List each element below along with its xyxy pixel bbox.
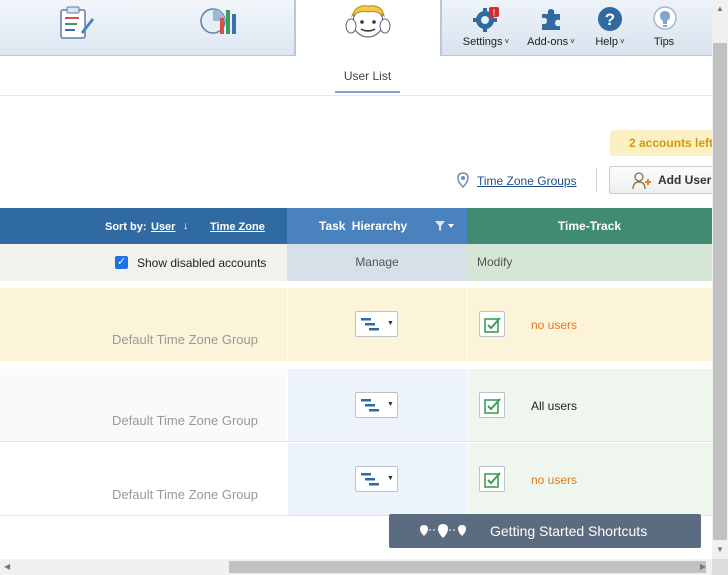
hierarchy-icon: [361, 473, 379, 486]
filter-icon[interactable]: [435, 221, 455, 234]
help-icon: ?: [597, 6, 623, 32]
tips-button[interactable]: Tips: [635, 6, 695, 48]
horizontal-scrollbar[interactable]: ◀ ▶: [0, 559, 712, 575]
help-label: Help: [595, 36, 624, 48]
show-disabled-label[interactable]: Show disabled accounts: [137, 256, 266, 270]
users-status: no users: [531, 473, 578, 487]
gear-icon: !: [473, 6, 499, 32]
row-group-cell: Default Time Zone Group: [0, 288, 287, 361]
puzzle-icon: [538, 6, 564, 32]
tab-users[interactable]: [295, 0, 441, 56]
time-track-header: Time-Track: [467, 208, 712, 244]
scrollbar-corner: [712, 559, 728, 575]
row-timetrack-cell: no users: [468, 443, 712, 515]
getting-started-label: Getting Started Shortcuts: [490, 523, 648, 539]
nav-tools-group: ! Settings Add-ons ? Help: [441, 0, 712, 56]
timezone-group-name: Default Time Zone Group: [112, 332, 258, 347]
sort-down-icon[interactable]: ↓: [183, 220, 189, 232]
users-avatar-icon: [342, 2, 394, 45]
horizontal-scroll-thumb[interactable]: [229, 561, 706, 573]
hierarchy-icon: [361, 399, 379, 412]
add-user-icon: [632, 172, 652, 193]
help-menu[interactable]: ? Help: [580, 6, 640, 48]
modify-checkbox[interactable]: [479, 466, 505, 492]
nav-left-group: [0, 0, 295, 56]
row-timetrack-cell: no users: [468, 288, 712, 361]
show-disabled-cell: ✓ Show disabled accounts: [0, 244, 287, 281]
vertical-scroll-thumb[interactable]: [713, 43, 727, 540]
table-subheader: ✓ Show disabled accounts Manage Modify: [0, 244, 712, 281]
modify-checkbox[interactable]: [479, 392, 505, 418]
toolbar-divider: [596, 168, 597, 192]
tips-label: Tips: [653, 36, 675, 48]
check-icon: [484, 317, 501, 333]
scroll-down-icon[interactable]: ▼: [716, 545, 724, 554]
scroll-up-icon[interactable]: ▲: [716, 4, 724, 13]
task-hierarchy-title: Task Hierarchy: [319, 219, 408, 233]
top-navigation: ! Settings Add-ons ? Help: [0, 0, 712, 56]
settings-menu[interactable]: ! Settings: [456, 6, 516, 48]
modify-checkbox[interactable]: [479, 311, 505, 337]
check-icon: [484, 398, 501, 414]
hierarchy-dropdown[interactable]: ▼: [355, 392, 398, 418]
settings-alert-badge: !: [493, 9, 496, 18]
accounts-left-callout: 2 accounts left: [610, 130, 720, 156]
timezone-group-name: Default Time Zone Group: [112, 487, 258, 502]
tasks-icon[interactable]: [57, 6, 95, 43]
timezone-group-name: Default Time Zone Group: [112, 413, 258, 428]
addons-label: Add-ons: [527, 36, 575, 48]
modify-column-label: Modify: [467, 244, 712, 281]
check-icon: [484, 472, 501, 488]
task-hierarchy-header: Task Hierarchy: [287, 208, 467, 244]
svg-text:?: ?: [605, 10, 615, 29]
route-pins-icon: [419, 523, 467, 542]
timezone-groups-link[interactable]: Time Zone Groups: [457, 172, 577, 191]
row-group-cell: Default Time Zone Group: [0, 369, 287, 441]
chevron-down-icon: ▼: [387, 320, 394, 327]
table-row: Default Time Zone Group ▼ no users: [0, 288, 712, 361]
sort-by-label: Sort by:: [105, 221, 147, 233]
vertical-scrollbar[interactable]: ▲ ▼: [712, 0, 728, 559]
row-hierarchy-cell: ▼: [288, 443, 467, 515]
sort-by-timezone[interactable]: Time Zone: [210, 221, 265, 233]
sort-by-user[interactable]: User: [151, 221, 175, 233]
tab-user-list[interactable]: User List: [335, 69, 400, 93]
timezone-groups-label: Time Zone Groups: [477, 174, 577, 188]
table-row: Default Time Zone Group ▼ All users: [0, 369, 712, 442]
row-hierarchy-cell: ▼: [288, 288, 467, 361]
hierarchy-dropdown[interactable]: ▼: [355, 466, 398, 492]
hierarchy-dropdown[interactable]: ▼: [355, 311, 398, 337]
row-hierarchy-cell: ▼: [288, 369, 467, 441]
show-disabled-checkbox[interactable]: ✓: [115, 256, 128, 269]
scroll-right-icon[interactable]: ▶: [700, 562, 706, 571]
row-group-cell: Default Time Zone Group: [0, 443, 287, 515]
manage-column-label: Manage: [287, 244, 467, 281]
add-user-label: Add User: [658, 173, 712, 187]
sub-header: User List: [0, 56, 712, 96]
settings-label: Settings: [463, 36, 509, 48]
location-pin-icon: [457, 172, 469, 191]
sort-header: Sort by: User ↓ Time Zone: [0, 208, 287, 244]
chevron-down-icon: ▼: [387, 475, 394, 482]
reports-chart-icon[interactable]: [199, 4, 239, 41]
users-status: All users: [531, 399, 578, 413]
add-user-button[interactable]: Add User: [609, 166, 719, 194]
getting-started-button[interactable]: Getting Started Shortcuts: [389, 514, 701, 548]
addons-menu[interactable]: Add-ons: [521, 6, 581, 48]
row-timetrack-cell: All users: [468, 369, 712, 441]
scroll-left-icon[interactable]: ◀: [4, 562, 10, 571]
table-header: Sort by: User ↓ Time Zone Task Hierarchy…: [0, 208, 712, 244]
lightbulb-icon: [652, 6, 678, 32]
chevron-down-icon: ▼: [387, 401, 394, 408]
hierarchy-icon: [361, 318, 379, 331]
users-status: no users: [531, 318, 578, 332]
table-row: Default Time Zone Group ▼ no users: [0, 443, 712, 516]
